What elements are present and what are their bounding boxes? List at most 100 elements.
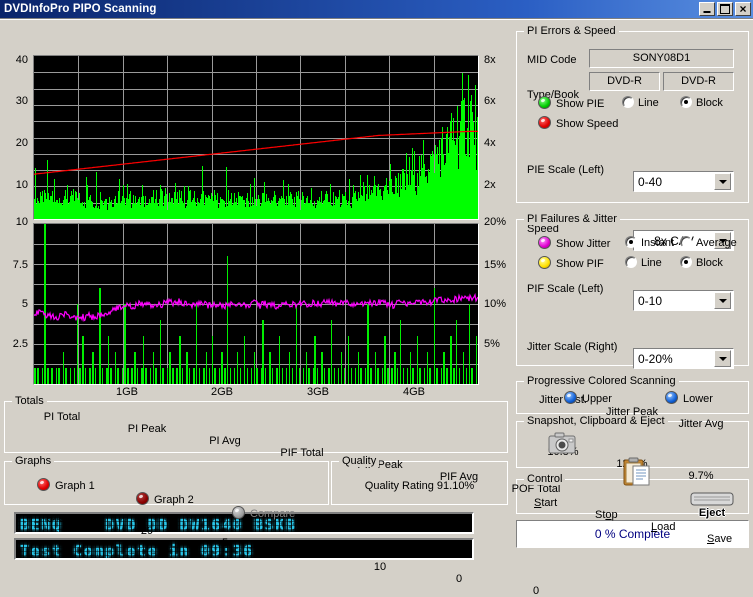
bottom-chart-ytick-2.5: 2.5 [0,338,28,350]
show-pif-label: Show PIF [556,258,604,270]
jitter-instant-radio[interactable]: Instant [625,236,674,249]
pi-errors-speed-chart[interactable] [33,55,479,220]
load-button[interactable]: Load [651,521,753,533]
jitter-average-radio-icon [680,236,692,248]
jitter-average-label: Average [696,237,737,249]
start-label-rest: tart [541,497,557,509]
window-title: DVDInfoPro PIPO Scanning [4,3,699,15]
jitter-avg-header: Jitter Avg [665,418,737,430]
show-pie-label: Show PIE [556,98,604,110]
pif-line-radio-icon [625,256,637,268]
graph-2-button[interactable]: Graph 2 [136,492,459,506]
totals-header-pif-total: PIF Total [257,447,347,459]
pi-failures-jitter-legend: PI Failures & Jitter [524,213,620,225]
x-tick-2gb: 2GB [211,386,233,398]
upper-label: Upper [582,393,612,405]
show-speed-led-icon [538,116,551,129]
chevron-down-icon-3[interactable] [714,292,731,309]
snapshot-legend: Snapshot, Clipboard & Eject [524,415,668,427]
pi-errors-speed-legend: PI Errors & Speed [524,25,619,37]
graph-1-button[interactable]: Graph 1 [37,478,360,492]
jitter-instant-radio-icon [625,236,637,248]
pif-line-label: Line [641,257,662,269]
jitter-average-radio[interactable]: Average [680,236,737,249]
right-panel: PI Errors & Speed MID Code SONY08D1 Type… [512,20,753,567]
bottom-chart-ytick-5: 5 [0,298,28,310]
pif-line-radio[interactable]: Line [625,256,662,269]
stop-button[interactable]: Stop [595,509,753,521]
x-tick-3gb: 3GB [307,386,329,398]
pi-failures-jitter-group: PI Failures & Jitter Show Jitter Instant… [516,219,749,366]
graph-2-label: Graph 2 [154,494,194,506]
compare-label: Compare [250,508,295,520]
pie-block-radio[interactable]: Block [680,96,723,109]
show-jitter-toggle[interactable]: Show Jitter [538,236,610,250]
pi-errors-speed-group: PI Errors & Speed MID Code SONY08D1 Type… [516,31,749,203]
graphs-legend: Graphs [12,455,54,467]
jitter-avg-value: 9.7% [665,470,737,482]
pie-block-label: Block [696,97,723,109]
show-pif-toggle[interactable]: Show PIF [538,256,604,270]
jitter-scale-select[interactable]: 0-20% [633,348,734,369]
stop-label-a: St [595,509,605,521]
show-pif-led-icon [538,256,551,269]
pi-failures-jitter-chart[interactable] [33,223,479,385]
clipboard-icon [623,457,651,487]
show-pie-toggle[interactable]: Show PIE [538,96,604,110]
pie-line-radio[interactable]: Line [622,96,659,109]
pie-line-label: Line [638,97,659,109]
window-controls [699,2,751,16]
pif-scale-value: 0-10 [634,294,714,308]
camera-icon [547,430,577,456]
pie-scale-value: 0-40 [634,175,714,189]
close-button[interactable] [735,2,751,16]
lower-toggle[interactable]: Lower [665,391,713,405]
x-tick-1gb: 1GB [116,386,138,398]
top-chart-ytick-20: 20 [0,137,28,149]
upper-toggle[interactable]: Upper [564,391,612,405]
maximize-button[interactable] [717,2,733,16]
book-field: DVD-R [663,72,734,91]
graphs-group: Graphs Graph 1 Graph 2 Compare [4,461,329,505]
snapshot-button[interactable] [545,430,579,459]
totals-value-pif-avg: 0 [414,573,504,585]
top-chart-ytick-10: 10 [0,179,28,191]
totals-value-pof-total: 0 [491,585,581,597]
totals-value-pi-peak: 29 [102,525,192,537]
show-speed-toggle[interactable]: Show Speed [538,116,618,130]
progressive-legend: Progressive Colored Scanning [524,375,679,387]
pie-block-radio-icon [680,96,692,108]
totals-value-pi-total: 64924 [17,513,107,525]
chevron-down-icon-4[interactable] [714,350,731,367]
minimize-button[interactable] [699,2,715,16]
clipboard-button[interactable] [620,457,654,490]
totals-value-pi-avg: 5 [180,537,270,549]
control-legend: Control [524,473,565,485]
pif-scale-select[interactable]: 0-10 [633,290,734,311]
x-axis-labels: 1GB 2GB 3GB 4GB [33,386,479,400]
window-body: 40 30 20 10 8x 6x 4x 2x 10 7.5 5 2.5 20%… [0,19,753,566]
top-chart-y2tick-8x: 8x [484,54,496,66]
pie-scale-select[interactable]: 0-40 [633,171,734,192]
save-button[interactable]: Save [707,533,753,545]
x-tick-4gb: 4GB [403,386,425,398]
compare-button[interactable]: Compare [232,506,555,520]
mid-code-field: SONY08D1 [589,49,734,68]
totals-header-pi-peak: PI Peak [102,423,192,435]
graph-1-led-icon [37,478,50,491]
chevron-down-icon[interactable] [714,173,731,190]
totals-header-pi-avg: PI Avg [180,435,270,447]
top-chart-y2tick-2x: 2x [484,179,496,191]
bottom-chart-ytick-7.5: 7.5 [0,259,28,271]
totals-legend: Totals [12,395,47,407]
jitter-scale-value: 0-20% [634,352,714,366]
upper-led-icon [564,391,577,404]
show-speed-label: Show Speed [556,118,618,130]
pif-block-radio[interactable]: Block [680,256,723,269]
totals-value-pif-peak: 10 [335,561,425,573]
bottom-chart-y2tick-20: 20% [484,216,506,228]
show-jitter-led-icon [538,236,551,249]
lower-led-icon [665,391,678,404]
totals-group: Totals PI Total PI Peak PI Avg PIF Total… [4,401,508,453]
start-button[interactable]: Start [534,497,753,509]
